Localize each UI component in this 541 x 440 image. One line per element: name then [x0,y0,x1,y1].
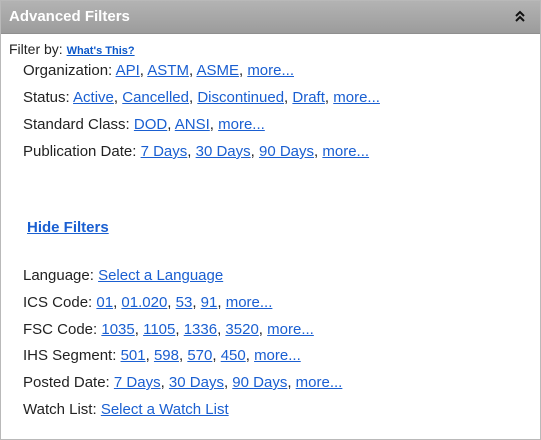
filter-option-link[interactable]: 450 [221,347,246,364]
filter-label: Organization: [23,62,113,79]
filter-row-organization: Organization: API, ASTM, ASME, more... [23,62,294,80]
filter-option-link[interactable]: Select a Language [98,267,223,284]
separator: , [134,321,144,338]
filter-option-link[interactable]: ASME [196,62,239,79]
hide-filters-link[interactable]: Hide Filters [27,219,109,237]
filter-option-link[interactable]: 1105 [143,321,175,338]
separator: , [212,347,221,364]
filter-more-link[interactable]: more... [296,374,343,391]
filter-option-link[interactable]: 01.020 [121,294,167,311]
separator: , [167,116,175,133]
filter-label: Watch List: [23,401,97,418]
filter-option-link[interactable]: ASTM [147,62,189,79]
filter-row-status: Status: Active, Cancelled, Discontinued,… [23,89,380,107]
separator: , [187,143,196,160]
filter-label: FSC Code: [23,321,98,338]
filter-option-link[interactable]: 91 [201,294,218,311]
filter-row-standard-class: Standard Class: DOD, ANSI, more... [23,116,265,134]
separator: , [258,321,268,338]
advanced-filters-panel: Advanced Filters Filter by: What's This?… [0,0,541,440]
filter-option-link[interactable]: DOD [134,116,167,133]
separator: , [287,374,296,391]
filter-option-link[interactable]: 501 [121,347,146,364]
filter-label: Language: [23,267,94,284]
filter-option-link[interactable]: Select a Watch List [101,401,229,418]
separator: , [250,143,259,160]
separator: , [175,321,184,338]
filter-option-link[interactable]: 30 Days [196,143,251,160]
filter-more-link[interactable]: more... [267,321,314,338]
panel-header: Advanced Filters [1,1,540,34]
filter-label: Publication Date: [23,143,137,160]
filter-label: Status: [23,89,70,106]
filter-label: Standard Class: [23,116,130,133]
filter-row-posted-date: Posted Date: 7 Days, 30 Days, 90 Days, m… [23,374,342,392]
filter-option-link[interactable]: 3520 [225,321,258,338]
separator: , [167,294,176,311]
filter-more-link[interactable]: more... [322,143,369,160]
filter-label: ICS Code: [23,294,93,311]
filter-option-link[interactable]: Discontinued [197,89,284,106]
filter-option-link[interactable]: Draft [292,89,325,106]
filter-option-link[interactable]: Cancelled [122,89,189,106]
filter-more-link[interactable]: more... [247,62,294,79]
filter-label: Posted Date: [23,374,110,391]
filter-row-publication-date: Publication Date: 7 Days, 30 Days, 90 Da… [23,143,369,161]
filter-option-link[interactable]: 53 [176,294,193,311]
filter-option-link[interactable]: 90 Days [259,143,314,160]
filter-by-line: Filter by: What's This? [9,41,135,59]
panel-title: Advanced Filters [9,8,130,25]
filter-more-link[interactable]: more... [226,294,273,311]
filter-option-link[interactable]: 1336 [184,321,217,338]
filter-option-link[interactable]: API [116,62,140,79]
filter-row-ihs-segment: IHS Segment: 501, 598, 570, 450, more... [23,347,301,365]
filter-option-link[interactable]: ANSI [175,116,210,133]
filter-row-language: Language: Select a Language [23,267,223,285]
whats-this-link[interactable]: What's This? [67,45,135,57]
filter-more-link[interactable]: more... [254,347,301,364]
separator: , [324,89,334,106]
filter-option-link[interactable]: 570 [187,347,212,364]
filter-option-link[interactable]: 7 Days [141,143,188,160]
filter-row-watch-list: Watch List: Select a Watch List [23,401,229,419]
separator: , [245,347,255,364]
filter-option-link[interactable]: 30 Days [169,374,224,391]
filter-more-link[interactable]: more... [218,116,265,133]
filter-option-link[interactable]: 7 Days [114,374,161,391]
filter-option-link[interactable]: Active [73,89,114,106]
filter-row-ics-code: ICS Code: 01, 01.020, 53, 91, more... [23,294,272,312]
separator: , [209,116,219,133]
double-chevron-up-icon [515,10,525,22]
filter-more-link[interactable]: more... [333,89,380,106]
filter-by-label: Filter by: [9,41,63,57]
separator: , [113,89,123,106]
filter-option-link[interactable]: 90 Days [232,374,287,391]
separator: , [160,374,169,391]
separator: , [145,347,154,364]
filter-option-link[interactable]: 1035 [101,321,134,338]
filter-option-link[interactable]: 01 [96,294,113,311]
collapse-button[interactable] [510,7,530,27]
separator: , [217,294,226,311]
filter-row-fsc-code: FSC Code: 1035, 1105, 1336, 3520, more..… [23,321,314,339]
separator: , [192,294,201,311]
filter-option-link[interactable]: 598 [154,347,179,364]
filter-label: IHS Segment: [23,347,117,364]
